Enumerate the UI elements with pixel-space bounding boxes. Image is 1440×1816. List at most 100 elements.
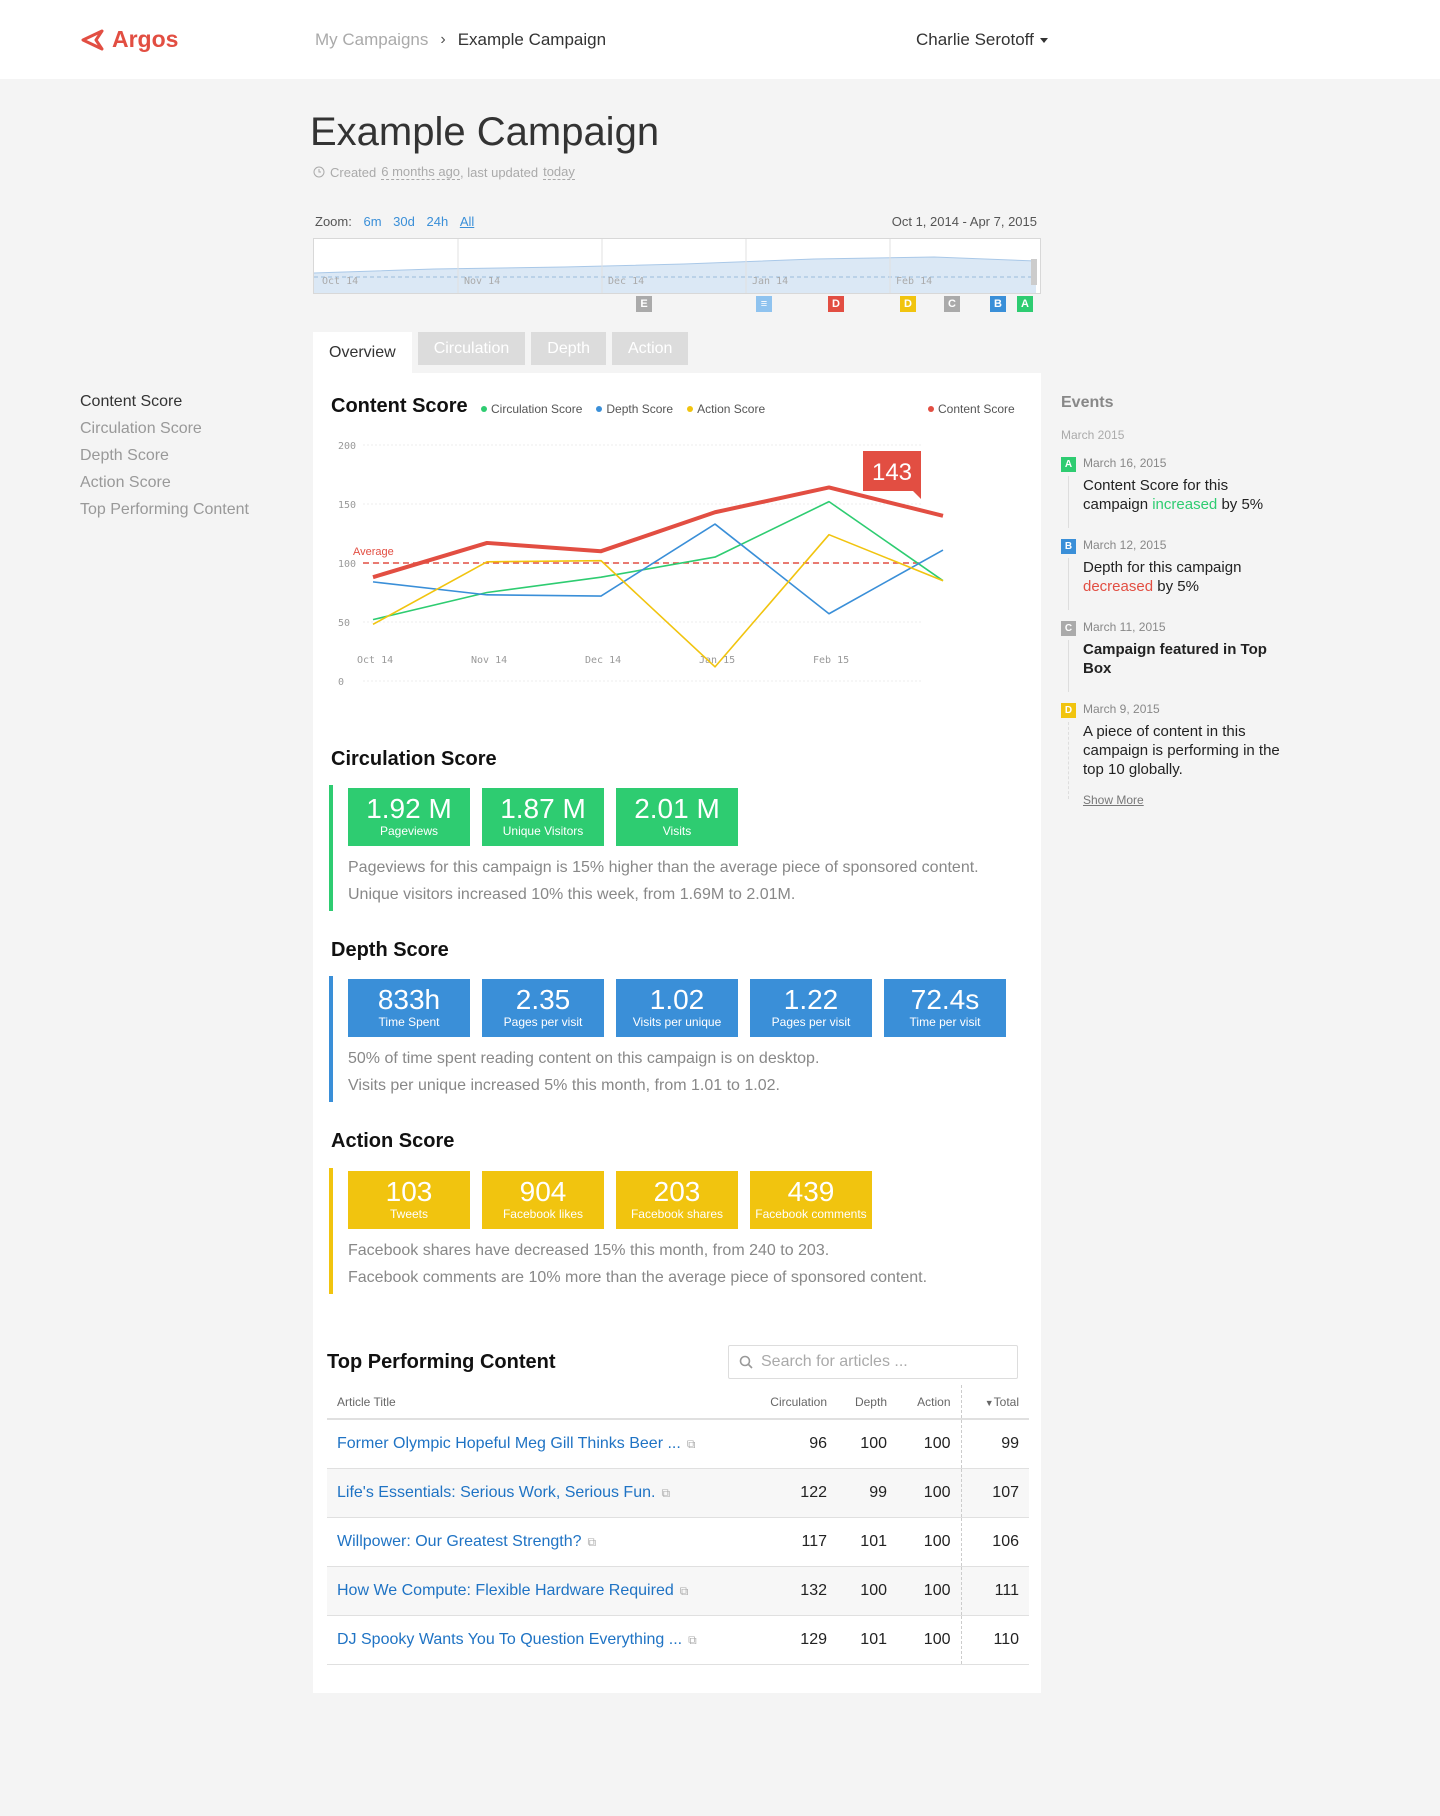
section-nav-action-score[interactable]: Action Score bbox=[80, 469, 249, 496]
event-flag[interactable]: C bbox=[944, 296, 960, 312]
metric-tile: 1.22 Pages per visit bbox=[750, 979, 872, 1037]
top-content-title: Top Performing Content bbox=[327, 1351, 556, 1373]
event-badge: D bbox=[1061, 703, 1076, 718]
events-month: March 2015 bbox=[1061, 428, 1125, 442]
event-text-bold: Campaign featured in Top Box bbox=[1083, 641, 1267, 677]
metric-label: Time Spent bbox=[378, 1015, 440, 1029]
article-link[interactable]: DJ Spooky Wants You To Question Everythi… bbox=[327, 1615, 747, 1665]
metric-label: Pages per visit bbox=[771, 1015, 851, 1029]
event-flag[interactable]: D bbox=[828, 296, 844, 312]
date-range: Oct 1, 2014 - Apr 7, 2015 bbox=[891, 214, 1037, 229]
event-flag[interactable]: B bbox=[990, 296, 1006, 312]
legend-dot bbox=[481, 406, 487, 412]
section-nav-depth-score[interactable]: Depth Score bbox=[80, 442, 249, 469]
col-article-title[interactable]: Article Title bbox=[327, 1385, 747, 1420]
metric-value: 1.87 M bbox=[500, 793, 586, 824]
legend-circulation[interactable]: Circulation Score bbox=[491, 402, 582, 416]
event-item[interactable]: B March 12, 2015 Depth for this campaign… bbox=[1061, 538, 1291, 611]
cell-total: 107 bbox=[960, 1468, 1029, 1518]
legend-depth[interactable]: Depth Score bbox=[606, 402, 673, 416]
event-flag[interactable]: ≡ bbox=[756, 296, 772, 312]
desc-line: 50% of time spent reading content on thi… bbox=[348, 1050, 820, 1067]
event-flag[interactable]: D bbox=[900, 296, 916, 312]
events-sidebar: Events March 2015 A March 16, 2015 Conte… bbox=[1061, 394, 1291, 807]
depth-title: Depth Score bbox=[331, 939, 449, 961]
zoom-24h[interactable]: 24h bbox=[426, 214, 448, 229]
cell-depth: 100 bbox=[837, 1566, 897, 1616]
event-text-highlight: decreased bbox=[1083, 578, 1154, 595]
timeline-navigator[interactable]: Oct 14 Nov 14 Dec 14 Jan 14 Feb 14 bbox=[313, 238, 1041, 294]
article-title[interactable]: DJ Spooky Wants You To Question Everythi… bbox=[337, 1631, 682, 1648]
article-title[interactable]: Former Olympic Hopeful Meg Gill Thinks B… bbox=[337, 1435, 681, 1452]
tab-overview[interactable]: Overview bbox=[313, 332, 412, 373]
cell-circulation: 122 bbox=[747, 1468, 837, 1518]
external-link-icon[interactable]: ⧉ bbox=[688, 1633, 697, 1647]
breadcrumb-parent[interactable]: My Campaigns bbox=[315, 30, 428, 50]
section-nav: Content Score Circulation Score Depth Sc… bbox=[80, 388, 249, 523]
col-circulation[interactable]: Circulation bbox=[747, 1385, 837, 1420]
event-item[interactable]: C March 11, 2015 Campaign featured in To… bbox=[1061, 620, 1291, 693]
legend-action[interactable]: Action Score bbox=[697, 402, 765, 416]
metric-tile: 439 Facebook comments bbox=[750, 1171, 872, 1229]
external-link-icon[interactable]: ⧉ bbox=[687, 1437, 696, 1451]
cell-total: 111 bbox=[960, 1566, 1029, 1616]
event-date: March 11, 2015 bbox=[1083, 620, 1166, 634]
overview-panel: Content Score Circulation Score Depth Sc… bbox=[313, 373, 1041, 1693]
article-link[interactable]: Former Olympic Hopeful Meg Gill Thinks B… bbox=[327, 1419, 747, 1469]
event-flag[interactable]: E bbox=[636, 296, 652, 312]
nav-month: Dec 14 bbox=[608, 276, 645, 287]
external-link-icon[interactable]: ⧉ bbox=[661, 1486, 670, 1500]
col-action[interactable]: Action bbox=[897, 1385, 961, 1420]
search-input[interactable]: Search for articles ... bbox=[761, 1353, 908, 1371]
article-title[interactable]: How We Compute: Flexible Hardware Requir… bbox=[337, 1582, 674, 1599]
logo-text: Argos bbox=[112, 26, 179, 52]
cell-circulation: 129 bbox=[747, 1615, 837, 1665]
section-nav-content-score[interactable]: Content Score bbox=[80, 388, 249, 415]
metric-value: 2.01 M bbox=[634, 793, 720, 824]
col-depth[interactable]: Depth bbox=[837, 1385, 897, 1420]
article-link[interactable]: Life's Essentials: Serious Work, Serious… bbox=[327, 1468, 747, 1518]
user-menu[interactable]: Charlie Serotoff bbox=[916, 30, 1048, 50]
event-item[interactable]: A March 16, 2015 Content Score for this … bbox=[1061, 456, 1291, 529]
external-link-icon[interactable]: ⧉ bbox=[588, 1535, 597, 1549]
logo[interactable]: Argos bbox=[80, 26, 178, 53]
event-line bbox=[1068, 722, 1069, 799]
tab-circulation[interactable]: Circulation bbox=[417, 332, 526, 365]
search-box[interactable]: Search for articles ... bbox=[728, 1345, 1018, 1379]
event-item[interactable]: D March 9, 2015 A piece of content in th… bbox=[1061, 702, 1291, 799]
article-link[interactable]: Willpower: Our Greatest Strength? ⧉ bbox=[327, 1517, 747, 1567]
event-date: March 9, 2015 bbox=[1083, 702, 1160, 716]
tab-action[interactable]: Action bbox=[611, 332, 689, 365]
event-flag[interactable]: A bbox=[1017, 296, 1033, 312]
event-badge: A bbox=[1061, 457, 1076, 472]
metric-tile: 1.87 M Unique Visitors bbox=[482, 788, 604, 846]
zoom-all[interactable]: All bbox=[460, 214, 474, 229]
y-tick-label: 150 bbox=[338, 500, 356, 511]
nav-month: Oct 14 bbox=[322, 276, 359, 287]
metric-label: Visits per unique bbox=[632, 1015, 722, 1029]
circulation-bar bbox=[329, 785, 333, 911]
event-text: A piece of content in this campaign is p… bbox=[1083, 723, 1280, 778]
metric-value: 203 bbox=[653, 1176, 701, 1207]
article-link[interactable]: How We Compute: Flexible Hardware Requir… bbox=[327, 1566, 747, 1616]
article-title[interactable]: Life's Essentials: Serious Work, Serious… bbox=[337, 1484, 655, 1501]
article-title[interactable]: Willpower: Our Greatest Strength? bbox=[337, 1533, 582, 1550]
col-total[interactable]: ▼Total bbox=[960, 1385, 1029, 1420]
x-tick-label: Feb 15 bbox=[813, 655, 849, 666]
meta-sep: , last updated bbox=[460, 164, 539, 180]
zoom-30d[interactable]: 30d bbox=[393, 214, 415, 229]
show-more-link[interactable]: Show More bbox=[1083, 793, 1291, 807]
section-nav-top-content[interactable]: Top Performing Content bbox=[80, 496, 249, 523]
section-nav-circulation-score[interactable]: Circulation Score bbox=[80, 415, 249, 442]
x-tick-label: Dec 14 bbox=[585, 655, 621, 666]
event-text: Campaign featured in Top Box bbox=[1083, 640, 1291, 678]
cell-total: 99 bbox=[960, 1419, 1029, 1469]
action-bar bbox=[329, 1168, 333, 1294]
legend-content[interactable]: Content Score bbox=[938, 402, 1015, 416]
action-desc: Facebook shares have decreased 15% this … bbox=[348, 1237, 927, 1291]
zoom-6m[interactable]: 6m bbox=[363, 214, 381, 229]
col-total-label: Total bbox=[993, 1394, 1019, 1409]
action-title: Action Score bbox=[331, 1130, 455, 1152]
tab-depth[interactable]: Depth bbox=[531, 332, 606, 365]
external-link-icon[interactable]: ⧉ bbox=[680, 1584, 689, 1598]
